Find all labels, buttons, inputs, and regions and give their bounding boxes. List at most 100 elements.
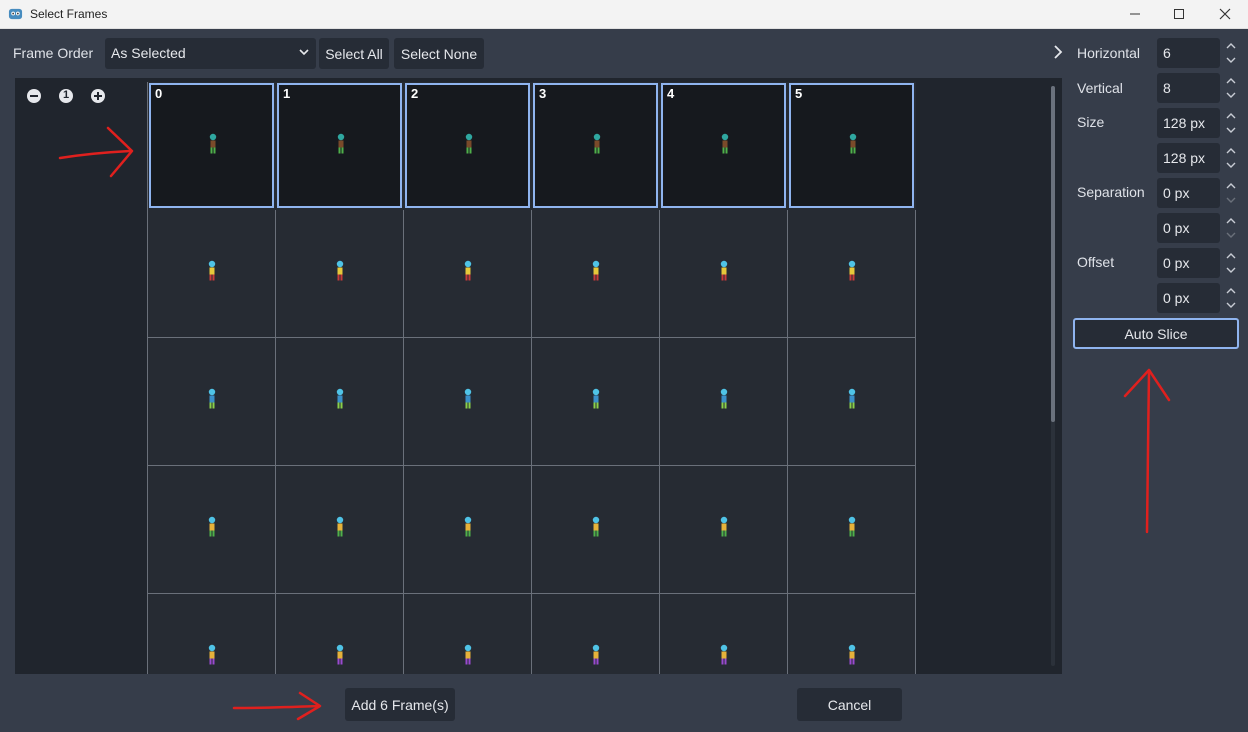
auto-slice-button[interactable]: Auto Slice bbox=[1073, 318, 1239, 349]
sprite-frame-icon bbox=[848, 516, 856, 537]
vertical-stepper-icon[interactable] bbox=[1224, 73, 1238, 103]
select-none-button[interactable]: Select None bbox=[394, 38, 484, 69]
frame-cell[interactable] bbox=[788, 210, 916, 338]
maximize-button[interactable] bbox=[1156, 0, 1202, 28]
separation-x-stepper-icon[interactable] bbox=[1224, 178, 1238, 208]
frame-cell[interactable] bbox=[148, 466, 276, 594]
chevron-down-icon bbox=[299, 49, 309, 56]
horizontal-stepper-icon[interactable] bbox=[1224, 38, 1238, 68]
sprite-frame-icon bbox=[464, 644, 472, 665]
sprite-frame-icon bbox=[721, 133, 729, 154]
size-y-stepper-icon[interactable] bbox=[1224, 143, 1238, 173]
sprite-frame-icon bbox=[592, 516, 600, 537]
sprite-frame-icon bbox=[465, 133, 473, 154]
size-x-spinbox[interactable]: 128 px bbox=[1157, 108, 1220, 138]
texture-viewport[interactable]: 1 0 1 2 3 4 5 bbox=[15, 78, 1062, 674]
sprite-frame-icon bbox=[209, 133, 217, 154]
frame-cell[interactable] bbox=[788, 594, 916, 674]
separation-x-value: 0 px bbox=[1163, 185, 1190, 201]
godot-app-icon bbox=[8, 8, 23, 20]
zoom-reset-button[interactable]: 1 bbox=[58, 88, 74, 104]
frame-cell[interactable] bbox=[148, 594, 276, 674]
separation-label: Separation bbox=[1077, 184, 1145, 200]
vertical-spinbox[interactable]: 8 bbox=[1157, 73, 1220, 103]
sprite-frame-icon bbox=[720, 644, 728, 665]
horizontal-value: 6 bbox=[1163, 45, 1171, 61]
frame-cell[interactable] bbox=[532, 594, 660, 674]
frame-cell[interactable] bbox=[404, 466, 532, 594]
frame-cell[interactable] bbox=[404, 594, 532, 674]
select-all-button[interactable]: Select All bbox=[319, 38, 389, 69]
cancel-button[interactable]: Cancel bbox=[797, 688, 902, 721]
sprite-frame-icon bbox=[592, 260, 600, 281]
size-x-value: 128 px bbox=[1163, 115, 1206, 131]
size-y-spinbox[interactable]: 128 px bbox=[1157, 143, 1220, 173]
sprite-frame-icon bbox=[336, 644, 344, 665]
frame-cell[interactable] bbox=[788, 466, 916, 594]
sprite-frame-icon bbox=[208, 388, 216, 409]
frame-cell[interactable] bbox=[660, 210, 788, 338]
offset-x-stepper-icon[interactable] bbox=[1224, 248, 1238, 278]
sprite-frame-icon bbox=[720, 388, 728, 409]
vertical-value: 8 bbox=[1163, 80, 1171, 96]
frame-cell[interactable] bbox=[532, 466, 660, 594]
sprite-frame-icon bbox=[592, 644, 600, 665]
separation-y-stepper-icon[interactable] bbox=[1224, 213, 1238, 243]
frame-cell[interactable] bbox=[660, 594, 788, 674]
frame-cell[interactable]: 1 bbox=[277, 83, 402, 208]
annotation-arrow-add-frames bbox=[232, 691, 322, 721]
collapse-panel-icon[interactable] bbox=[1052, 44, 1064, 60]
frame-cell[interactable] bbox=[532, 338, 660, 466]
horizontal-label: Horizontal bbox=[1077, 45, 1141, 61]
sprite-frame-icon bbox=[208, 516, 216, 537]
offset-y-stepper-icon[interactable] bbox=[1224, 283, 1238, 313]
sprite-frame-icon bbox=[208, 260, 216, 281]
frame-cell[interactable] bbox=[532, 210, 660, 338]
minimize-button[interactable] bbox=[1112, 0, 1158, 28]
separation-x-spinbox[interactable]: 0 px bbox=[1157, 178, 1220, 208]
frame-cell[interactable]: 0 bbox=[149, 83, 274, 208]
frame-cell[interactable]: 5 bbox=[789, 83, 914, 208]
separation-y-spinbox[interactable]: 0 px bbox=[1157, 213, 1220, 243]
frame-cell[interactable] bbox=[148, 338, 276, 466]
sprite-frame-icon bbox=[848, 388, 856, 409]
offset-y-spinbox[interactable]: 0 px bbox=[1157, 283, 1220, 313]
sprite-frame-icon bbox=[208, 644, 216, 665]
sprite-frame-icon bbox=[464, 388, 472, 409]
frame-order-dropdown[interactable]: As Selected bbox=[105, 38, 316, 69]
size-label: Size bbox=[1077, 114, 1105, 130]
frame-index-label: 3 bbox=[539, 86, 547, 101]
frame-index-label: 0 bbox=[155, 86, 163, 101]
frame-cell[interactable] bbox=[404, 210, 532, 338]
frame-cell[interactable]: 3 bbox=[533, 83, 658, 208]
sprite-frame-icon bbox=[720, 516, 728, 537]
frame-cell[interactable] bbox=[276, 594, 404, 674]
zoom-out-icon[interactable] bbox=[26, 88, 42, 104]
vertical-scrollbar-thumb[interactable] bbox=[1051, 86, 1055, 422]
add-frames-button[interactable]: Add 6 Frame(s) bbox=[345, 688, 455, 721]
zoom-in-icon[interactable] bbox=[90, 88, 106, 104]
frame-cell[interactable] bbox=[148, 210, 276, 338]
frame-cell[interactable] bbox=[404, 338, 532, 466]
frame-cell[interactable] bbox=[660, 338, 788, 466]
size-x-stepper-icon[interactable] bbox=[1224, 108, 1238, 138]
horizontal-spinbox[interactable]: 6 bbox=[1157, 38, 1220, 68]
sprite-frame-icon bbox=[592, 388, 600, 409]
size-y-value: 128 px bbox=[1163, 150, 1206, 166]
frame-index-label: 2 bbox=[411, 86, 419, 101]
offset-x-spinbox[interactable]: 0 px bbox=[1157, 248, 1220, 278]
sprite-frame-icon bbox=[593, 133, 601, 154]
frame-cell[interactable] bbox=[276, 338, 404, 466]
frame-cell[interactable] bbox=[660, 466, 788, 594]
frame-cell[interactable]: 2 bbox=[405, 83, 530, 208]
frame-grid[interactable]: 0 1 2 3 4 5 bbox=[148, 82, 916, 674]
frame-cell[interactable] bbox=[276, 466, 404, 594]
close-button[interactable] bbox=[1202, 0, 1248, 28]
frame-cell[interactable]: 4 bbox=[661, 83, 786, 208]
sprite-frame-icon bbox=[336, 260, 344, 281]
sprite-frame-icon bbox=[848, 260, 856, 281]
frame-cell[interactable] bbox=[788, 338, 916, 466]
sprite-frame-icon bbox=[464, 260, 472, 281]
frame-cell[interactable] bbox=[276, 210, 404, 338]
frame-index-label: 4 bbox=[667, 86, 675, 101]
